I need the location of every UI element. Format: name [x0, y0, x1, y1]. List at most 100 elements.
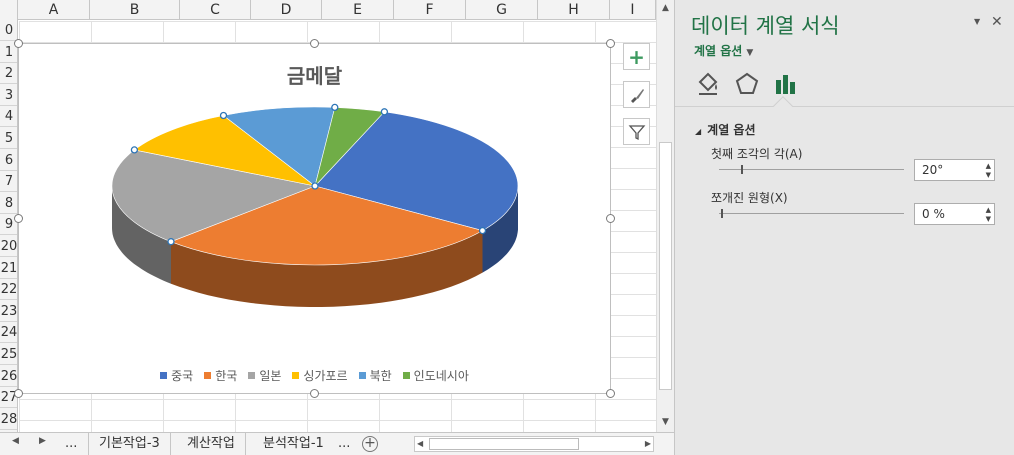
series-selection-handle[interactable]	[219, 111, 228, 120]
explosion-value[interactable]: 0 %	[922, 207, 945, 221]
next-sheet-arrow-icon[interactable]: ▶	[39, 436, 46, 446]
pie-plot-area[interactable]	[19, 44, 612, 395]
vertical-scrollbar[interactable]: ▲ ▼	[656, 0, 674, 432]
chart-legend[interactable]: 중국 한국 일본 싱가포르 북한 인도네시아	[19, 367, 610, 384]
spin-up-icon[interactable]: ▲	[986, 162, 991, 170]
prev-sheet-arrow-icon[interactable]: ◀	[12, 436, 19, 446]
resize-handle-left[interactable]	[14, 214, 23, 223]
plus-icon: +	[628, 44, 645, 69]
chart-filters-button[interactable]	[623, 118, 650, 145]
horizontal-scroll-thumb[interactable]	[429, 438, 579, 450]
first-slice-angle-slider[interactable]	[719, 165, 904, 174]
row-header-4[interactable]: 4	[0, 106, 17, 128]
series-selection-handle[interactable]	[478, 226, 487, 235]
scroll-left-arrow-icon[interactable]: ◀	[417, 439, 423, 448]
resize-handle-top-right[interactable]	[606, 39, 615, 48]
resize-handle-bottom[interactable]	[310, 389, 319, 398]
effects-pentagon-icon[interactable]	[733, 70, 761, 98]
scroll-up-arrow-icon[interactable]: ▲	[657, 0, 674, 16]
legend-swatch	[204, 372, 212, 379]
legend-item[interactable]: 한국	[204, 367, 237, 384]
series-options-section-header[interactable]: ◢ 계열 옵션	[695, 121, 756, 138]
column-header-h[interactable]: H	[538, 0, 610, 20]
add-sheet-button[interactable]: +	[362, 436, 378, 452]
explosion-spinner[interactable]: 0 % ▲ ▼	[914, 203, 995, 225]
pane-tab-divider	[675, 106, 1014, 107]
column-header-c[interactable]: C	[180, 0, 251, 20]
legend-swatch	[248, 372, 256, 379]
row-header-28[interactable]: 28	[0, 409, 17, 430]
series-selection-handle[interactable]	[311, 182, 319, 190]
column-header-d[interactable]: D	[251, 0, 322, 20]
row-header-6[interactable]: 6	[0, 150, 17, 171]
sheet-tab-3[interactable]: 분석작업-1	[253, 433, 334, 455]
row-header-25[interactable]: 25	[0, 344, 17, 365]
legend-label: 북한	[369, 369, 392, 383]
legend-item[interactable]: 중국	[160, 367, 193, 384]
excel-window: ABCDEFGHI 0 1 2 3 4 5 6 7 8 9 20 21 22 23 24 25 26 27 28 ▲…	[0, 0, 1014, 455]
series-selection-handle[interactable]	[167, 238, 175, 246]
row-header-3[interactable]: 3	[0, 85, 17, 106]
chart-styles-button[interactable]	[623, 81, 650, 108]
column-header-a[interactable]: A	[18, 0, 90, 20]
series-selection-handle[interactable]	[380, 108, 389, 116]
legend-item[interactable]: 인도네시아	[402, 367, 469, 384]
column-header-f[interactable]: F	[394, 0, 466, 20]
first-slice-angle-value[interactable]: 20°	[922, 163, 943, 177]
row-header-21[interactable]: 21	[0, 258, 17, 279]
row-header-2[interactable]: 2	[0, 63, 17, 85]
legend-item[interactable]: 일본	[248, 367, 281, 384]
row-header-0[interactable]: 0	[0, 20, 17, 41]
first-slice-angle-spinner[interactable]: 20° ▲ ▼	[914, 159, 995, 181]
horizontal-scrollbar[interactable]: ◀ ▶	[414, 436, 654, 452]
vertical-scroll-thumb[interactable]	[659, 142, 672, 390]
tabs-ellipsis-right[interactable]: ...	[328, 433, 360, 455]
sheet-tab-2[interactable]: 계산작업	[177, 433, 246, 455]
explosion-label: 쪼개진 원형(X)	[711, 191, 788, 205]
fill-line-tab-icon[interactable]	[694, 70, 722, 98]
chart-elements-button[interactable]: +	[623, 43, 650, 70]
row-header-22[interactable]: 22	[0, 279, 17, 301]
sheet-tab-1[interactable]: 기본작업-3	[88, 433, 171, 455]
column-header-e[interactable]: E	[322, 0, 394, 20]
spin-down-icon[interactable]: ▼	[986, 171, 991, 179]
row-header-23[interactable]: 23	[0, 301, 17, 322]
series-options-dropdown[interactable]: 계열 옵션 ▼	[694, 42, 753, 59]
legend-item[interactable]: 싱가포르	[292, 367, 348, 384]
first-slice-angle-slider-thumb[interactable]	[741, 165, 743, 174]
legend-item[interactable]: 북한	[358, 367, 392, 384]
pane-title: 데이터 계열 서식	[691, 14, 840, 38]
pane-options-dropdown-icon[interactable]: ▼	[974, 17, 980, 26]
first-slice-angle-label: 첫째 조각의 각(A)	[711, 147, 803, 161]
row-header-5[interactable]: 5	[0, 128, 17, 149]
series-selection-handle[interactable]	[331, 103, 339, 112]
resize-handle-right[interactable]	[606, 214, 615, 223]
resize-handle-top-left[interactable]	[14, 39, 23, 48]
spin-down-icon[interactable]: ▼	[986, 215, 991, 223]
column-header-i[interactable]: I	[610, 0, 656, 20]
scroll-down-arrow-icon[interactable]: ▼	[657, 414, 674, 430]
explosion-slider-thumb[interactable]	[721, 209, 723, 218]
select-all-corner[interactable]	[0, 0, 18, 20]
legend-swatch	[358, 372, 366, 379]
close-icon[interactable]: ✕	[991, 14, 1003, 30]
column-header-g[interactable]: G	[466, 0, 538, 20]
pie-chart[interactable]: 금메달 중국 한국 일본 싱가포르 북한 인도네시아	[14, 39, 615, 398]
resize-handle-bottom-left[interactable]	[14, 389, 23, 398]
explosion-slider[interactable]	[719, 209, 904, 218]
resize-handle-top[interactable]	[310, 39, 319, 48]
spin-up-icon[interactable]: ▲	[986, 206, 991, 214]
series-options-dropdown-label: 계열 옵션	[694, 44, 743, 58]
column-header-b[interactable]: B	[90, 0, 180, 20]
series-options-bar-icon[interactable]	[771, 70, 799, 98]
row-header-20[interactable]: 20	[0, 236, 17, 257]
row-header-8[interactable]: 8	[0, 193, 17, 214]
row-header-24[interactable]: 24	[0, 322, 17, 344]
row-header-26[interactable]: 26	[0, 366, 17, 387]
series-selection-handle[interactable]	[130, 146, 139, 154]
series-options-section-label: 계열 옵션	[707, 123, 756, 137]
tabs-ellipsis-left[interactable]: ...	[55, 433, 87, 455]
resize-handle-bottom-right[interactable]	[606, 389, 615, 398]
scroll-right-arrow-icon[interactable]: ▶	[645, 439, 651, 448]
row-header-7[interactable]: 7	[0, 171, 17, 193]
